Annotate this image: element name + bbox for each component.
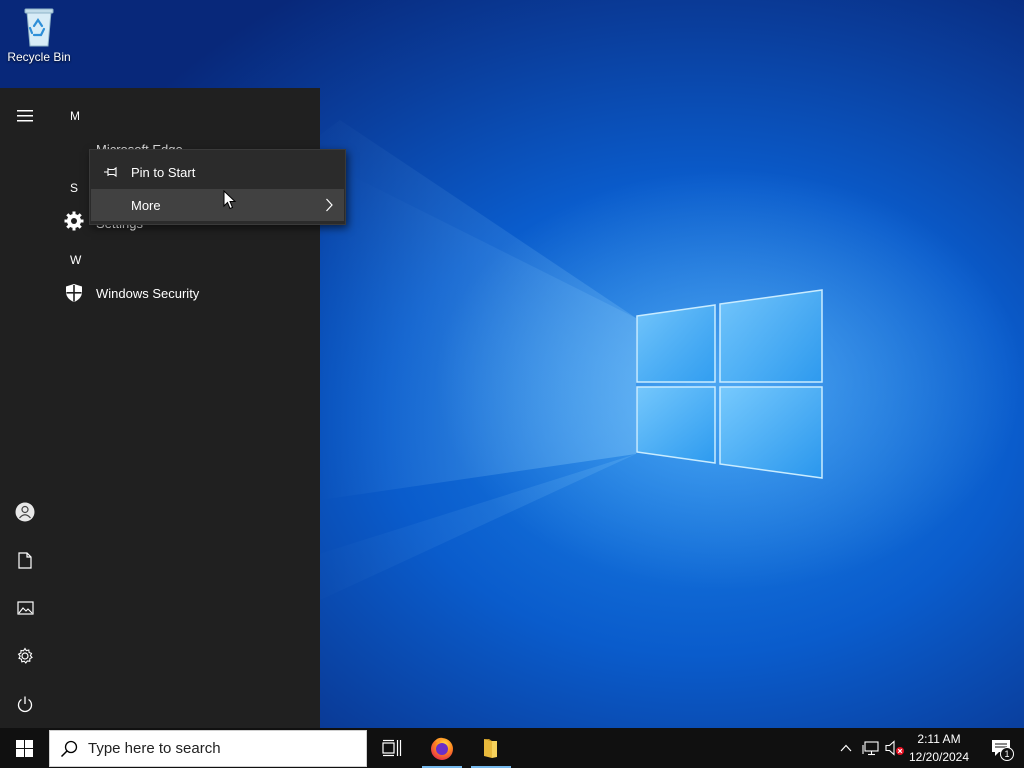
recycle-bin-icon: [24, 8, 54, 47]
folder-icon: [484, 739, 497, 758]
start-button[interactable]: [0, 728, 48, 768]
taskbar-clock[interactable]: 2:11 AM 12/20/2024: [904, 728, 974, 768]
group-header-w[interactable]: W: [70, 253, 81, 267]
power-icon: [17, 696, 33, 713]
taskbar-search-box[interactable]: [49, 730, 367, 767]
start-rail: [0, 88, 50, 728]
more-menu-item[interactable]: More: [91, 189, 344, 221]
expand-menu-button[interactable]: [0, 92, 50, 140]
account-button[interactable]: [0, 488, 50, 536]
desktop-icon-label: Recycle Bin: [7, 50, 71, 64]
task-view-icon: [382, 739, 402, 757]
document-icon: [18, 551, 32, 569]
app-item-label: Windows Security: [96, 285, 200, 301]
pictures-icon: [16, 601, 34, 615]
search-icon: [50, 740, 88, 758]
group-header-s[interactable]: S: [70, 181, 78, 195]
group-header-m[interactable]: M: [70, 109, 80, 123]
app-item-label: Settings: [96, 224, 143, 232]
mouse-pointer-icon: [223, 190, 237, 210]
file-explorer-taskbar-button[interactable]: [467, 728, 515, 768]
user-account-icon: [15, 502, 35, 522]
firefox-icon: [431, 737, 453, 760]
volume-tray-button[interactable]: [884, 728, 906, 768]
pictures-button[interactable]: [0, 584, 50, 632]
task-view-button[interactable]: [368, 728, 416, 768]
context-menu: Pin to Start More: [89, 149, 346, 225]
chevron-up-icon: [840, 744, 852, 752]
action-center-button[interactable]: 1: [978, 728, 1024, 768]
pin-to-start-menu-item[interactable]: Pin to Start: [91, 156, 344, 188]
search-input[interactable]: [88, 740, 348, 757]
desktop-icon-recycle-bin[interactable]: Recycle Bin: [4, 4, 74, 76]
clock-date: 12/20/2024: [908, 750, 970, 764]
chevron-right-icon: [314, 198, 344, 212]
app-item-windows-security[interactable]: Windows Security: [62, 275, 312, 311]
documents-button[interactable]: [0, 536, 50, 584]
settings-button[interactable]: [0, 632, 50, 680]
network-tray-button[interactable]: [860, 728, 882, 768]
gear-icon: [17, 647, 33, 664]
network-icon: [862, 741, 879, 756]
notification-count-badge: 1: [1000, 747, 1014, 761]
firefox-taskbar-button[interactable]: [418, 728, 466, 768]
clock-time: 2:11 AM: [917, 732, 961, 746]
hamburger-icon: [17, 110, 33, 122]
volume-muted-icon: [885, 740, 904, 756]
gear-icon: [62, 209, 86, 233]
show-hidden-icons-button[interactable]: [836, 728, 856, 768]
taskbar: 2:11 AM 12/20/2024 1: [0, 728, 1024, 768]
pin-icon: [91, 166, 131, 178]
menu-item-label: Pin to Start: [131, 164, 196, 180]
windows-start-icon: [15, 739, 33, 757]
power-button[interactable]: [0, 680, 50, 728]
shield-icon: [62, 281, 86, 305]
